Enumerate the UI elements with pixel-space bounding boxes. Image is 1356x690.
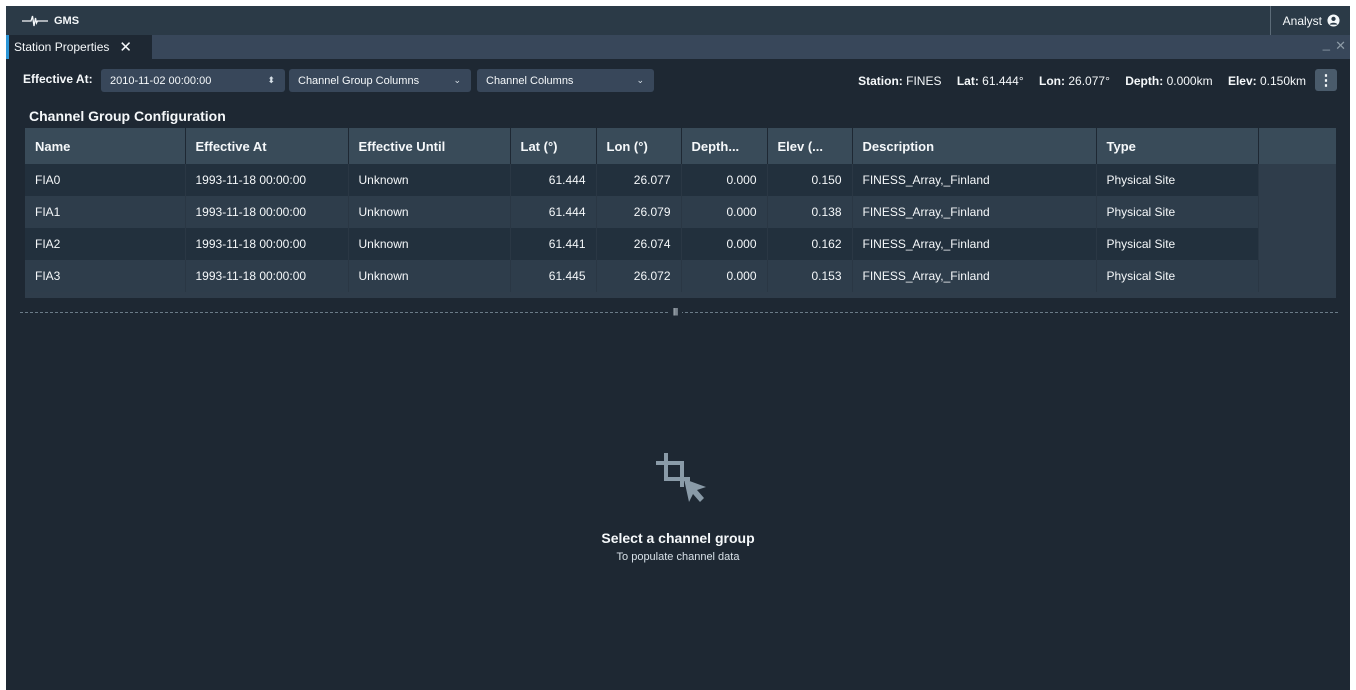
lon-label: Lon: xyxy=(1039,74,1066,88)
column-header-effective-until[interactable]: Effective Until xyxy=(348,128,511,164)
user-icon xyxy=(1327,14,1340,27)
column-header-name[interactable]: Name xyxy=(25,128,186,164)
cell-elev: 0.150 xyxy=(767,164,853,196)
depth-value: 0.000km xyxy=(1166,74,1213,88)
effective-at-input[interactable]: 2010-11-02 00:00:00 ⬍ xyxy=(101,69,285,92)
cell-filler xyxy=(1258,260,1336,292)
cell-effective-at: 1993-11-18 00:00:00 xyxy=(185,228,349,260)
cell-type: Physical Site xyxy=(1096,196,1259,228)
window-close-icon[interactable]: ✕ xyxy=(1335,38,1346,54)
elev-label: Elev: xyxy=(1227,74,1257,88)
tab-label: Station Properties xyxy=(14,40,110,54)
elev-value: 0.150km xyxy=(1259,74,1306,88)
column-header-elev[interactable]: Elev (... xyxy=(767,128,853,164)
column-header-filler xyxy=(1258,128,1336,164)
cell-effective-at: 1993-11-18 00:00:00 xyxy=(185,196,349,228)
app-window: GMS Analyst Station Properties ✕ _ ✕ Eff… xyxy=(6,6,1350,690)
channel-group-columns-dropdown[interactable]: Channel Group Columns ⌄ xyxy=(289,69,471,92)
cell-description: FINESS_Array,_Finland xyxy=(852,196,1097,228)
column-header-type[interactable]: Type xyxy=(1096,128,1259,164)
close-icon[interactable]: ✕ xyxy=(119,40,132,55)
toolbar: Effective At: 2010-11-02 00:00:00 ⬍ Chan… xyxy=(6,59,1350,97)
drag-handle-icon[interactable]: |||| xyxy=(668,308,682,316)
chevron-down-icon: ⌄ xyxy=(636,75,644,85)
tab-bar: Station Properties ✕ _ ✕ xyxy=(6,35,1350,59)
section-title: Channel Group Configuration xyxy=(29,108,226,124)
cell-lat: 61.444 xyxy=(510,164,597,196)
cell-lat: 61.441 xyxy=(510,228,597,260)
cell-name: FIA0 xyxy=(25,164,186,196)
select-crop-cursor-icon xyxy=(656,453,706,502)
cell-filler xyxy=(1258,196,1336,228)
table-row[interactable]: FIA0 1993-11-18 00:00:00 Unknown 61.444 … xyxy=(25,164,1336,196)
column-header-effective-at[interactable]: Effective At xyxy=(185,128,349,164)
user-menu[interactable]: Analyst xyxy=(1269,6,1350,35)
cell-depth: 0.000 xyxy=(681,228,768,260)
column-header-lat[interactable]: Lat (°) xyxy=(510,128,597,164)
column-header-depth[interactable]: Depth... xyxy=(681,128,768,164)
cell-type: Physical Site xyxy=(1096,164,1259,196)
cell-lon: 26.079 xyxy=(596,196,682,228)
seismic-wave-icon xyxy=(22,15,48,26)
cell-type: Physical Site xyxy=(1096,260,1259,292)
more-vertical-icon: ⋮ xyxy=(1318,72,1334,89)
empty-state-subtitle: To populate channel data xyxy=(616,551,740,563)
table-bottom-padding xyxy=(25,292,1336,298)
cell-description: FINESS_Array,_Finland xyxy=(852,228,1097,260)
table-header-row: Name Effective At Effective Until Lat (°… xyxy=(25,128,1336,164)
cell-depth: 0.000 xyxy=(681,164,768,196)
tab-station-properties[interactable]: Station Properties ✕ xyxy=(6,35,152,59)
cell-description: FINESS_Array,_Finland xyxy=(852,260,1097,292)
cell-name: FIA3 xyxy=(25,260,186,292)
table-row[interactable]: FIA1 1993-11-18 00:00:00 Unknown 61.444 … xyxy=(25,196,1336,228)
table-row[interactable]: FIA2 1993-11-18 00:00:00 Unknown 61.441 … xyxy=(25,228,1336,260)
cell-elev: 0.138 xyxy=(767,196,853,228)
column-header-description[interactable]: Description xyxy=(852,128,1097,164)
cell-filler xyxy=(1258,228,1336,260)
more-options-button[interactable]: ⋮ xyxy=(1315,69,1337,91)
cell-effective-at: 1993-11-18 00:00:00 xyxy=(185,260,349,292)
cell-name: FIA2 xyxy=(25,228,186,260)
cell-name: FIA1 xyxy=(25,196,186,228)
cell-effective-at: 1993-11-18 00:00:00 xyxy=(185,164,349,196)
cell-lat: 61.444 xyxy=(510,196,597,228)
effective-at-label: Effective At: xyxy=(23,72,93,86)
app-bar: GMS Analyst xyxy=(6,6,1350,35)
cell-effective-until: Unknown xyxy=(348,196,511,228)
channel-group-table: Name Effective At Effective Until Lat (°… xyxy=(25,128,1336,298)
cell-lat: 61.445 xyxy=(510,260,597,292)
cell-lon: 26.074 xyxy=(596,228,682,260)
lat-label: Lat: xyxy=(956,74,979,88)
app-title: GMS xyxy=(54,14,80,27)
cell-depth: 0.000 xyxy=(681,260,768,292)
minimize-icon[interactable]: _ xyxy=(1323,36,1330,51)
user-name: Analyst xyxy=(1282,13,1322,28)
cell-effective-until: Unknown xyxy=(348,164,511,196)
cell-description: FINESS_Array,_Finland xyxy=(852,164,1097,196)
cell-lon: 26.072 xyxy=(596,260,682,292)
channel-group-columns-label: Channel Group Columns xyxy=(298,74,420,87)
lat-value: 61.444° xyxy=(982,74,1024,88)
channel-columns-dropdown[interactable]: Channel Columns ⌄ xyxy=(477,69,654,92)
stepper-icon[interactable]: ⬍ xyxy=(267,75,275,86)
cell-elev: 0.153 xyxy=(767,260,853,292)
lon-value: 26.077° xyxy=(1068,74,1110,88)
table-row[interactable]: FIA3 1993-11-18 00:00:00 Unknown 61.445 … xyxy=(25,260,1336,292)
chevron-down-icon: ⌄ xyxy=(453,75,461,85)
channel-columns-label: Channel Columns xyxy=(486,74,574,87)
column-header-lon[interactable]: Lon (°) xyxy=(596,128,682,164)
depth-label: Depth: xyxy=(1125,74,1164,88)
cell-effective-until: Unknown xyxy=(348,260,511,292)
cell-type: Physical Site xyxy=(1096,228,1259,260)
effective-at-value: 2010-11-02 00:00:00 xyxy=(110,74,212,87)
station-label: Station: xyxy=(858,74,903,88)
cell-elev: 0.162 xyxy=(767,228,853,260)
station-summary: Station: FINES Lat: 61.444° Lon: 26.077°… xyxy=(858,74,1306,88)
cell-filler xyxy=(1258,164,1336,196)
station-value: FINES xyxy=(906,74,942,88)
cell-depth: 0.000 xyxy=(681,196,768,228)
cell-lon: 26.077 xyxy=(596,164,682,196)
empty-state-title: Select a channel group xyxy=(601,530,755,546)
cell-effective-until: Unknown xyxy=(348,228,511,260)
